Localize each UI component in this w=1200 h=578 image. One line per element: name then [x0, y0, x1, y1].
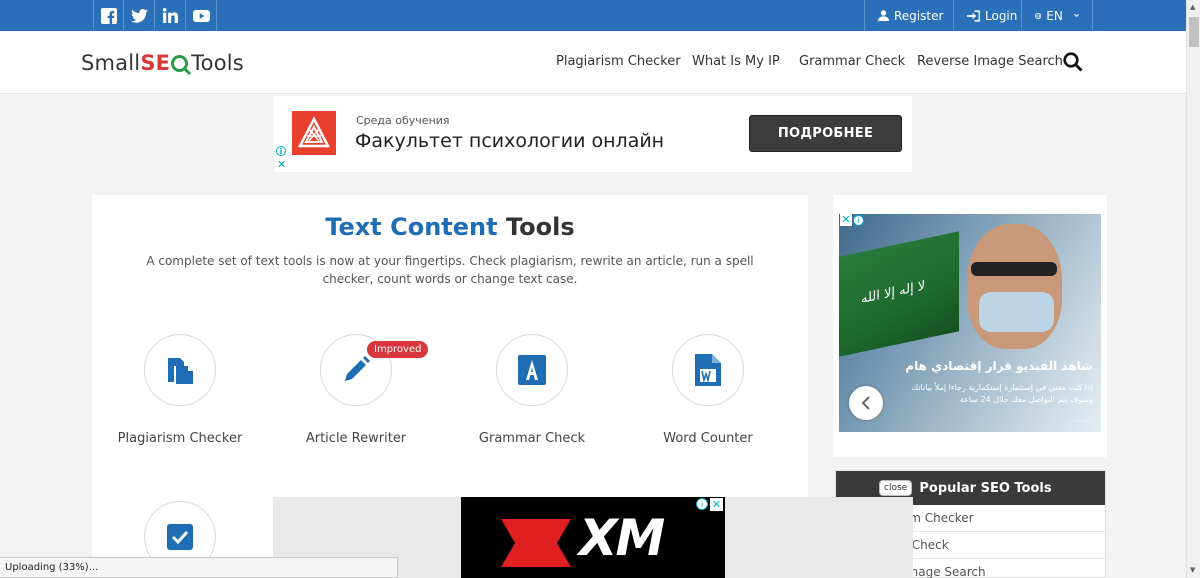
- ad-source: المباشر: [1068, 416, 1091, 424]
- tool-icon-wrapper: [144, 334, 216, 406]
- bottom-ad-close-icon[interactable]: ✕: [710, 498, 723, 511]
- ad-close-icon[interactable]: ✕: [277, 159, 286, 170]
- title-highlight: Text Content: [325, 213, 498, 241]
- right-ad-info-icon[interactable]: i: [853, 215, 864, 226]
- glasses-shape: [971, 262, 1057, 276]
- checkbox-icon: [167, 524, 193, 550]
- ad-small-text: Среда обучения: [356, 114, 450, 127]
- nav-reverse-image-search[interactable]: Reverse Image Search: [917, 54, 1063, 69]
- language-selector[interactable]: EN: [1021, 0, 1093, 31]
- user-icon: [878, 10, 889, 21]
- login-button[interactable]: Login: [953, 0, 1030, 31]
- close-button[interactable]: close: [879, 480, 913, 496]
- ad-banner[interactable]: Среда обучения Факультет психологии онла…: [274, 96, 912, 172]
- ad-headline: Факультет психологии онлайн: [355, 130, 665, 152]
- tool-icon-wrapper: [496, 334, 568, 406]
- globe-icon: [1035, 12, 1042, 19]
- page-subtitle: A complete set of text tools is now at y…: [146, 254, 754, 286]
- pencil-icon: [345, 356, 370, 381]
- magnifier-logo-icon: [171, 54, 189, 72]
- youtube-icon[interactable]: [186, 0, 217, 31]
- ad-arabic-title: شاهد الفيديو قرار إقتصادي هام: [905, 359, 1093, 373]
- scroll-up-arrow-icon[interactable]: ▲: [1190, 3, 1195, 11]
- sign-in-icon: [967, 9, 980, 22]
- page-title: Text Content Tools: [92, 213, 808, 241]
- site-header: Small SE Tools Plagiarism Checker What I…: [0, 31, 1186, 94]
- improved-badge: Improved: [367, 341, 429, 358]
- flag-text: لا إله إلا الله: [861, 278, 926, 308]
- scroll-down-arrow-icon[interactable]: ▼: [1190, 566, 1195, 574]
- xm-logo-mark: [501, 519, 571, 567]
- right-ad-image: لا إله إلا الله شاهد الفيديو قرار إقتصاد…: [839, 214, 1101, 432]
- top-bar: Register Login EN: [0, 0, 1186, 31]
- xm-brand-text: XM: [579, 509, 665, 567]
- right-ad[interactable]: لا إله إلا الله شاهد الفيديو قرار إقتصاد…: [833, 195, 1107, 457]
- tool-label: Grammar Check: [478, 431, 586, 446]
- login-label: Login: [985, 8, 1018, 23]
- facebook-icon[interactable]: [93, 0, 124, 31]
- site-logo[interactable]: Small SE Tools: [81, 51, 244, 75]
- title-rest: Tools: [505, 213, 575, 241]
- language-label: EN: [1046, 8, 1063, 23]
- scroll-thumb[interactable]: [1189, 17, 1199, 47]
- chevron-left-icon: [861, 396, 870, 410]
- chevron-down-icon: [1073, 13, 1079, 18]
- linkedin-icon[interactable]: [155, 0, 186, 31]
- tool-grammar-check[interactable]: Grammar Check: [444, 334, 620, 446]
- nav-plagiarism-checker[interactable]: Plagiarism Checker: [556, 54, 681, 69]
- vertical-scrollbar[interactable]: ▲ ▼: [1186, 0, 1200, 578]
- logo-text-small: Small: [81, 51, 141, 75]
- grammar-a-icon: [518, 355, 546, 385]
- search-icon[interactable]: [1063, 52, 1083, 72]
- bottom-ad-info-icon[interactable]: i: [696, 498, 708, 510]
- tool-label: Word Counter: [663, 431, 753, 446]
- tool-label: Article Rewriter: [305, 431, 407, 446]
- ad-cta-button[interactable]: ПОДРОБНЕЕ: [749, 115, 902, 152]
- ad-prev-button[interactable]: [849, 386, 883, 420]
- browser-status-bar: Uploading (33%)...: [0, 557, 398, 578]
- register-button[interactable]: Register: [864, 0, 956, 31]
- right-ad-close-icon[interactable]: ✕: [840, 214, 852, 226]
- ad-logo: [292, 111, 336, 155]
- mask-shape: [979, 292, 1054, 332]
- register-label: Register: [894, 8, 944, 23]
- nav-grammar-check[interactable]: Grammar Check: [799, 54, 905, 69]
- tool-word-counter[interactable]: Word Counter: [620, 334, 796, 446]
- logo-text-tools: Tools: [191, 51, 244, 75]
- tool-icon-wrapper: [672, 334, 744, 406]
- ad-arabic-desc: إذا كنت معني في إستثمارة إستكمارية رجاءا…: [911, 383, 1093, 404]
- tool-plagiarism-checker[interactable]: Plagiarism Checker: [92, 334, 268, 446]
- copy-icon: [168, 358, 193, 384]
- ad-info-icon[interactable]: i: [276, 146, 286, 156]
- logo-text-seo: SE: [140, 51, 171, 75]
- flag-image: لا إله إلا الله: [839, 231, 959, 357]
- nav-what-is-my-ip[interactable]: What Is My IP: [692, 54, 780, 69]
- xm-ad[interactable]: XM: [461, 497, 725, 578]
- word-doc-icon: [695, 354, 721, 386]
- tool-label: Plagiarism Checker: [117, 431, 243, 446]
- twitter-icon[interactable]: [124, 0, 155, 31]
